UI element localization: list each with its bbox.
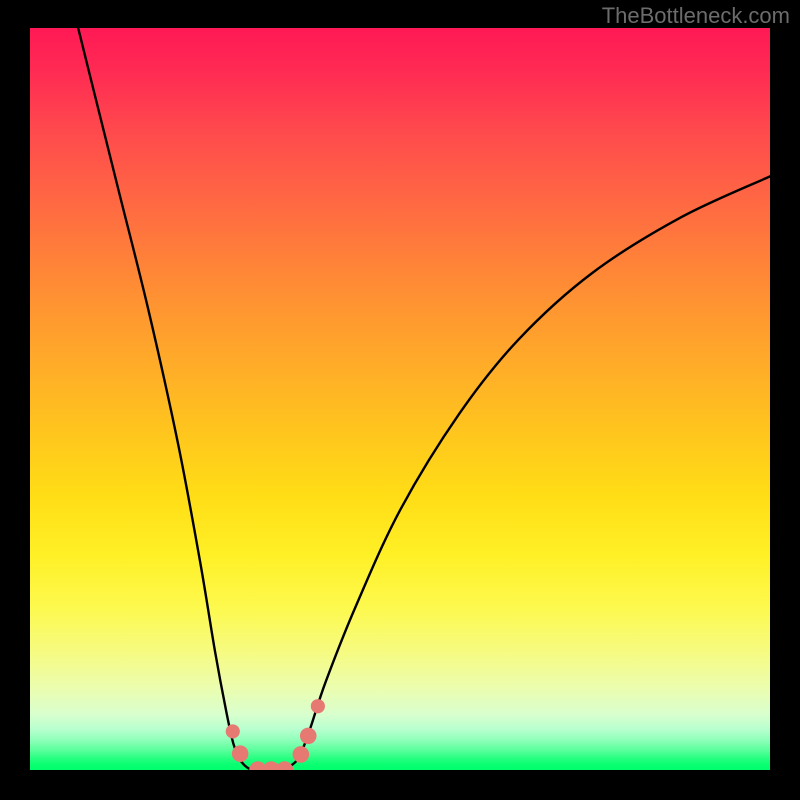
- curve-marker: [311, 699, 325, 713]
- curve-markers: [226, 699, 325, 770]
- curve-marker: [300, 728, 317, 745]
- bottleneck-curve-line: [30, 28, 770, 770]
- curve-marker: [293, 746, 310, 763]
- watermark-text: TheBottleneck.com: [602, 3, 790, 29]
- bottleneck-curve-svg: [30, 28, 770, 770]
- curve-marker: [232, 745, 249, 762]
- curve-marker: [226, 724, 240, 738]
- chart-container: TheBottleneck.com: [0, 0, 800, 800]
- curve-marker: [276, 761, 293, 770]
- plot-frame: [30, 28, 770, 770]
